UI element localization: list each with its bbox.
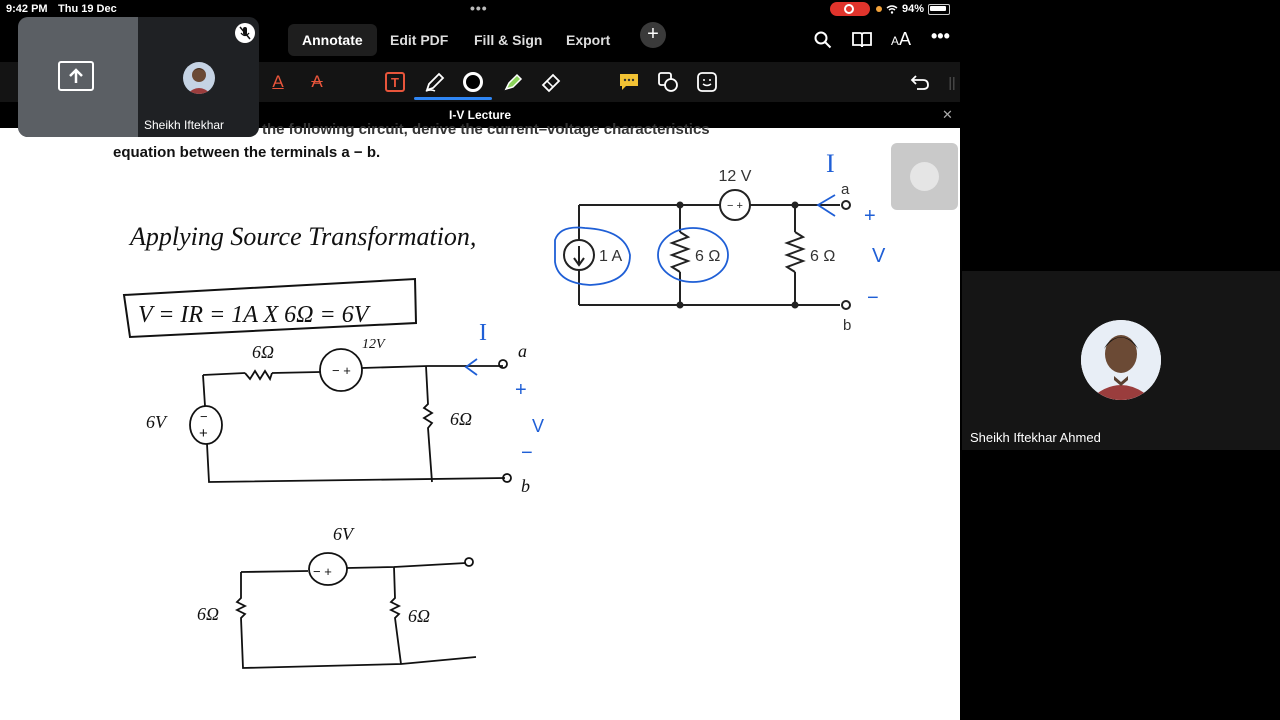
search-icon[interactable] — [814, 31, 832, 49]
text-size-icon[interactable]: AA — [891, 29, 911, 50]
handwritten-notes: Applying Source Transformation, V = IR =… — [122, 222, 544, 669]
close-icon[interactable]: ✕ — [942, 107, 953, 123]
toolbar-handle-icon[interactable]: || — [940, 70, 960, 94]
screen-recording-icon[interactable] — [830, 2, 870, 16]
avatar — [183, 62, 215, 94]
annotation-current-i: I — [826, 150, 835, 178]
problem-text-line1: the following circuit, derive the curren… — [262, 121, 710, 138]
current-source-label: 1 A — [599, 248, 622, 265]
eraser-icon[interactable] — [539, 70, 563, 94]
annotation-v: V — [872, 245, 886, 267]
svg-text:− +: − + — [313, 564, 332, 579]
participant-video-tile[interactable]: Sheikh Iftekhar Ahmed — [962, 271, 1280, 450]
multitask-dots-icon[interactable]: ••• — [470, 0, 488, 16]
c2-plus: + — [515, 379, 527, 401]
share-screen-icon[interactable] — [58, 61, 94, 91]
c3-left-resistor-label: 6Ω — [197, 604, 219, 624]
circuit-diagram: − + 12 V 1 A 6 Ω 6 Ω a b I + V − — [554, 150, 886, 334]
mic-indicator-icon — [876, 6, 882, 12]
strikethrough-icon[interactable]: A — [305, 70, 329, 94]
highlighter-icon[interactable] — [501, 70, 525, 94]
c2-v: V — [532, 416, 544, 436]
c3-right-resistor-label: 6Ω — [408, 606, 430, 626]
svg-text:+: + — [199, 425, 208, 442]
pip-participant-name: Sheikh Iftekhar — [144, 118, 225, 132]
tab-fill-sign[interactable]: Fill & Sign — [460, 24, 556, 56]
c2-minus: − — [521, 442, 533, 464]
screen-share-panel[interactable] — [18, 17, 138, 137]
battery-icon — [928, 3, 951, 15]
c2-left-source-label: 6V — [146, 412, 168, 432]
annotation-minus: − — [867, 287, 879, 309]
book-icon[interactable] — [851, 31, 873, 49]
c2-resistor-label: 6Ω — [252, 342, 274, 362]
participant-name: Sheikh Iftekhar Ahmed — [970, 430, 1101, 445]
battery-percent: 94% — [902, 3, 925, 15]
svg-text:− +: − + — [332, 363, 351, 378]
resistor-label-2: 6 Ω — [810, 248, 835, 265]
comment-icon[interactable] — [617, 70, 641, 94]
wifi-icon — [886, 4, 898, 14]
resistor-label-1: 6 Ω — [695, 248, 720, 265]
c2-current-i: I — [479, 320, 487, 346]
pen-icon[interactable] — [423, 70, 447, 94]
status-date: Thu 19 Dec — [58, 3, 117, 15]
terminal-a-label: a — [841, 181, 850, 198]
text-color-icon[interactable]: A — [266, 70, 290, 94]
tab-edit-pdf[interactable]: Edit PDF — [376, 24, 462, 56]
mic-muted-icon[interactable] — [235, 23, 255, 43]
terminal-b-label: b — [843, 317, 851, 334]
pip-video-overlay[interactable]: Sheikh Iftekhar — [18, 17, 259, 137]
equation-handwriting: V = IR = 1A X 6Ω = 6V — [138, 302, 371, 328]
tab-export[interactable]: Export — [552, 24, 624, 56]
tab-annotate[interactable]: Annotate — [288, 24, 377, 56]
status-time: 9:42 PM — [6, 3, 48, 15]
sticker-icon[interactable] — [695, 70, 719, 94]
hand-circuit-3 — [234, 552, 477, 669]
status-indicators: 94% — [876, 3, 951, 15]
c2-source-label: 12V — [362, 337, 386, 352]
undo-icon[interactable] — [908, 70, 932, 94]
c2-terminal-b: b — [521, 476, 530, 496]
heading-handwriting: Applying Source Transformation, — [128, 222, 476, 251]
c3-source-label: 6V — [333, 524, 355, 544]
voltage-source-label: 12 V — [719, 168, 752, 185]
svg-text:T: T — [391, 75, 399, 90]
c2-terminal-a: a — [518, 341, 527, 361]
add-tool-button[interactable]: + — [640, 22, 666, 48]
annotation-plus: + — [864, 205, 876, 227]
avatar — [1081, 320, 1161, 400]
svg-text:− +: − + — [727, 200, 743, 212]
selected-tool-indicator — [414, 97, 492, 100]
ipad-screen: 9:42 PM Thu 19 Dec ••• 94% Annotate Edit… — [0, 0, 960, 720]
c2-right-resistor-label: 6Ω — [450, 409, 472, 429]
color-circle-icon[interactable] — [461, 70, 485, 94]
text-box-icon[interactable]: T — [383, 70, 407, 94]
floating-placeholder-card[interactable] — [891, 143, 958, 210]
status-bar: 9:42 PM Thu 19 Dec ••• 94% — [0, 0, 960, 18]
more-icon[interactable]: ••• — [931, 26, 950, 47]
problem-text-line2: equation between the terminals a − b. — [113, 144, 381, 161]
svg-text:−: − — [200, 409, 208, 424]
shapes-icon[interactable] — [656, 70, 680, 94]
